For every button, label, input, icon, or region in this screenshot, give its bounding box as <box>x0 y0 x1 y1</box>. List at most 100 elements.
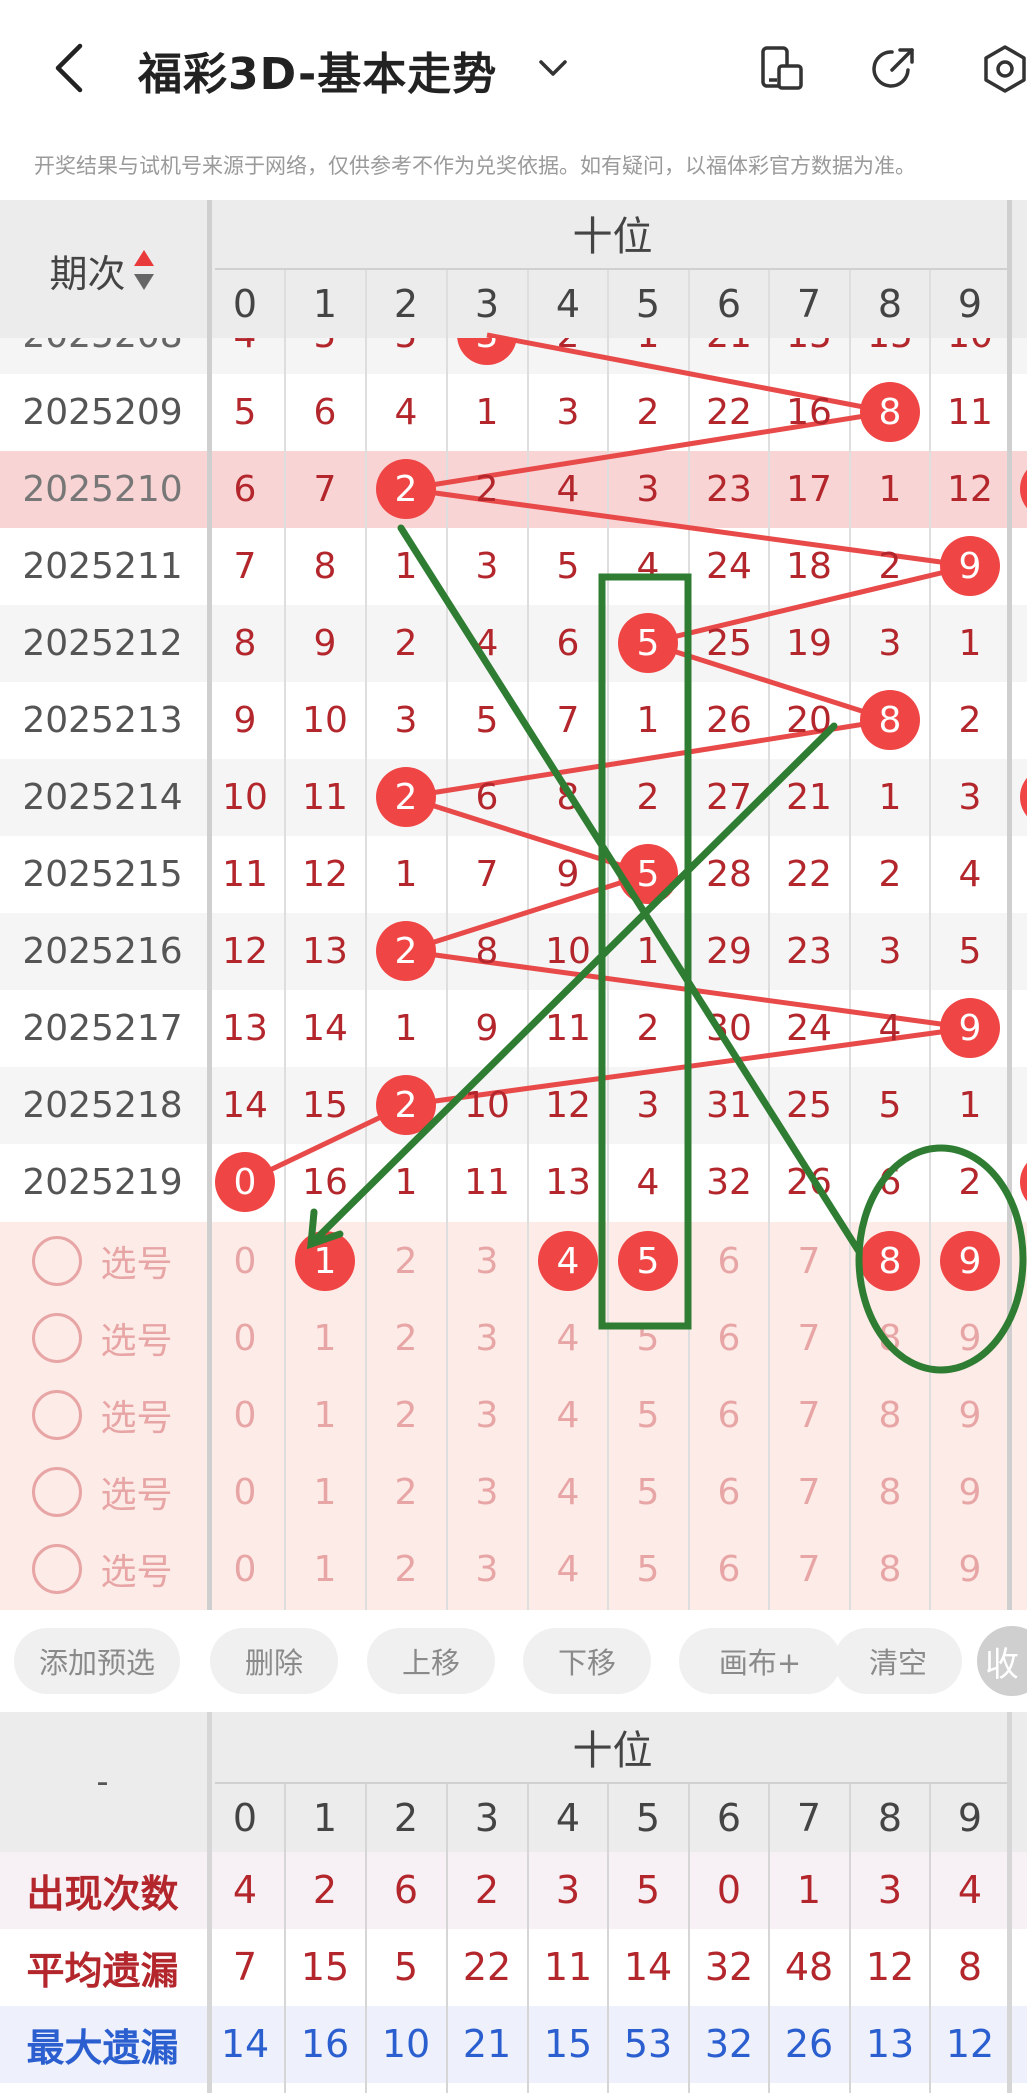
selected-ball[interactable]: 4 <box>538 1231 598 1291</box>
select-digit[interactable]: 2 <box>366 1385 447 1445</box>
select-digit[interactable]: 0 <box>205 1308 286 1368</box>
delete-button[interactable]: 删除 <box>210 1628 338 1694</box>
move-down-button[interactable]: 下移 <box>523 1628 651 1694</box>
stats-value: 6 <box>393 1868 419 1912</box>
select-digit[interactable]: 5 <box>608 1539 689 1599</box>
column-divider <box>606 1784 609 2093</box>
number-cell: 24 <box>786 1007 832 1049</box>
select-digit[interactable]: 0 <box>205 1462 286 1522</box>
share-icon[interactable] <box>868 44 918 94</box>
select-digit[interactable]: 4 <box>528 1385 609 1445</box>
select-digit[interactable]: 6 <box>689 1231 770 1291</box>
number-cell: 10 <box>545 930 591 972</box>
number-cell: 2 <box>878 545 902 587</box>
number-cell: 2 <box>958 699 982 741</box>
select-digit[interactable]: 1 <box>285 1308 366 1368</box>
select-digit[interactable]: 1 <box>285 1462 366 1522</box>
select-digit[interactable]: 6 <box>689 1308 770 1368</box>
number-cell: 12 <box>302 853 348 895</box>
select-digit[interactable]: 7 <box>769 1539 850 1599</box>
select-digit[interactable]: 6 <box>689 1462 770 1522</box>
select-digit[interactable]: 5 <box>608 1308 689 1368</box>
select-digit[interactable]: 3 <box>447 1385 528 1445</box>
selected-ball[interactable]: 5 <box>618 1231 678 1291</box>
hit-ball: 2 <box>376 459 436 519</box>
select-row-label[interactable]: 选号 <box>0 1462 205 1522</box>
stats-value: 10 <box>381 2022 431 2066</box>
select-digit[interactable]: 8 <box>850 1385 931 1445</box>
number-cell: 1 <box>958 622 982 664</box>
radio-circle-icon[interactable] <box>32 1467 83 1517</box>
select-digit[interactable]: 0 <box>205 1385 286 1445</box>
select-digit[interactable]: 4 <box>528 1539 609 1599</box>
select-digit[interactable]: 2 <box>366 1231 447 1291</box>
select-digit[interactable]: 3 <box>447 1308 528 1368</box>
select-digit[interactable]: 0 <box>205 1231 286 1291</box>
number-cell: 24 <box>706 545 752 587</box>
selected-ball[interactable]: 9 <box>940 1231 1000 1291</box>
radio-circle-icon[interactable] <box>32 1236 83 1286</box>
page-title[interactable]: 福彩3D-基本走势 <box>138 38 497 102</box>
select-label: 选号 <box>100 1321 173 1362</box>
canvas-plus-button[interactable]: 画布+ <box>679 1628 841 1694</box>
period-cell: 2025213 <box>22 699 183 741</box>
number-cell: 2 <box>475 468 499 510</box>
settings-icon[interactable] <box>980 44 1027 94</box>
add-preselect-button[interactable]: 添加预选 <box>14 1628 180 1694</box>
select-digit[interactable]: 5 <box>608 1462 689 1522</box>
select-label: 选号 <box>100 1244 173 1285</box>
select-digit[interactable]: 4 <box>528 1308 609 1368</box>
number-cell: 2 <box>394 622 418 664</box>
select-digit[interactable]: 2 <box>366 1462 447 1522</box>
stats-value: 7 <box>232 1945 258 1989</box>
select-digit[interactable]: 3 <box>447 1231 528 1291</box>
select-digit[interactable]: 6 <box>689 1385 770 1445</box>
digit-header: 2 <box>393 1796 419 1840</box>
select-digit[interactable]: 5 <box>608 1385 689 1445</box>
select-digit[interactable]: 9 <box>930 1308 1011 1368</box>
number-cell: 3 <box>475 545 499 587</box>
radio-circle-icon[interactable] <box>32 1390 83 1440</box>
select-digit[interactable]: 0 <box>205 1539 286 1599</box>
select-digit[interactable]: 9 <box>930 1462 1011 1522</box>
select-digit[interactable]: 7 <box>769 1462 850 1522</box>
radio-circle-icon[interactable] <box>32 1313 83 1363</box>
number-cell: 6 <box>313 391 337 433</box>
select-digit[interactable]: 7 <box>769 1385 850 1445</box>
select-digit[interactable]: 7 <box>769 1231 850 1291</box>
select-digit[interactable]: 3 <box>447 1462 528 1522</box>
number-cell: 1 <box>878 776 902 818</box>
select-digit[interactable]: 8 <box>850 1462 931 1522</box>
select-digit[interactable]: 9 <box>930 1385 1011 1445</box>
select-digit[interactable]: 2 <box>366 1539 447 1599</box>
chevron-down-icon[interactable] <box>535 50 571 86</box>
column-divider <box>283 1784 286 2093</box>
select-digit[interactable]: 6 <box>689 1539 770 1599</box>
select-row-label[interactable]: 选号 <box>0 1385 205 1445</box>
clear-button[interactable]: 清空 <box>834 1628 962 1694</box>
radio-circle-icon[interactable] <box>32 1544 83 1594</box>
selected-ball[interactable]: 8 <box>860 1231 920 1291</box>
select-row-label[interactable]: 选号 <box>0 1539 205 1599</box>
select-row-label[interactable]: 选号 <box>0 1231 205 1291</box>
select-digit[interactable]: 9 <box>930 1539 1011 1599</box>
select-digit[interactable]: 4 <box>528 1462 609 1522</box>
move-up-button[interactable]: 上移 <box>367 1628 495 1694</box>
collapse-button[interactable]: 收 <box>977 1626 1027 1696</box>
selected-ball[interactable]: 1 <box>295 1231 355 1291</box>
select-row-label[interactable]: 选号 <box>0 1308 205 1368</box>
number-cell: 13 <box>302 930 348 972</box>
select-digit[interactable]: 2 <box>366 1308 447 1368</box>
number-cell: 5 <box>878 1084 902 1126</box>
number-cell: 8 <box>233 622 257 664</box>
select-digit[interactable]: 1 <box>285 1385 366 1445</box>
phone-icon[interactable] <box>757 44 807 94</box>
select-digit[interactable]: 8 <box>850 1539 931 1599</box>
partial-ball-clip: 3 <box>0 338 1027 375</box>
select-digit[interactable]: 7 <box>769 1308 850 1368</box>
select-digit[interactable]: 3 <box>447 1539 528 1599</box>
select-digit[interactable]: 8 <box>850 1308 931 1368</box>
select-digit[interactable]: 1 <box>285 1539 366 1599</box>
back-arrow-icon[interactable] <box>50 40 90 96</box>
stats-value: 5 <box>635 1868 661 1912</box>
